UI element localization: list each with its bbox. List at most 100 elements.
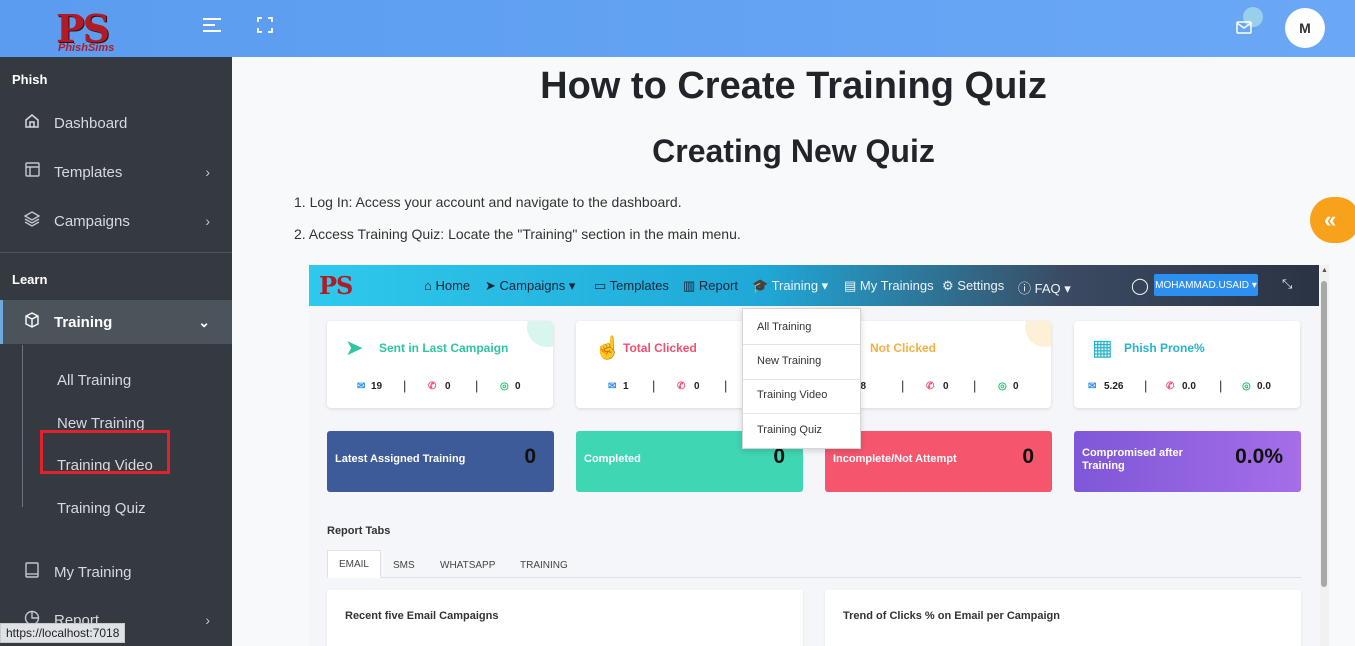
tile-value: 0: [524, 445, 536, 468]
menu-toggle-icon[interactable]: [203, 16, 223, 39]
collapse-panel-button[interactable]: «: [1310, 197, 1355, 243]
dropdown-divider: [743, 379, 860, 380]
book-icon: [22, 561, 42, 583]
separator: |: [475, 378, 479, 393]
envelope-icon: ✉: [608, 381, 617, 392]
whatsapp-icon: ◎: [500, 381, 509, 392]
tile-value: 0.0%: [1235, 445, 1283, 468]
sidebar-subitem-training-quiz[interactable]: Training Quiz: [57, 500, 146, 517]
inner-nav-templates[interactable]: ▭ Templates: [594, 278, 669, 294]
fullscreen-icon[interactable]: [257, 17, 273, 38]
compress-icon[interactable]: ⤡: [1282, 276, 1292, 292]
user-menu-button[interactable]: MOHAMMAD.USAID ▾: [1154, 274, 1258, 296]
sidebar-item-label: Templates: [54, 163, 123, 181]
stat-sms: 0.0: [1182, 381, 1196, 392]
dropdown-item-all-training[interactable]: All Training: [757, 321, 811, 333]
inner-nav-home[interactable]: ⌂ Home: [424, 278, 470, 293]
sms-icon: ✆: [926, 381, 935, 392]
tabs-underline: [327, 577, 1301, 578]
card-title: Total Clicked: [623, 341, 697, 355]
tab-email[interactable]: EMAIL: [327, 550, 381, 578]
sidebar-item-templates[interactable]: Templates ›: [0, 152, 232, 192]
home-icon: [22, 113, 42, 134]
stat-email: 19: [371, 381, 383, 392]
inner-nav-campaigns[interactable]: ➤ Campaigns ▾: [485, 278, 575, 294]
calendar-check-icon: ▦: [1092, 335, 1113, 360]
mail-icon[interactable]: [1236, 18, 1252, 39]
separator: |: [901, 378, 905, 393]
inner-navbar: PS ⌂ Home ➤ Campaigns ▾ ▭ Templates ▥ Re…: [309, 265, 1319, 306]
tile-label: Compromised after Training: [1082, 447, 1183, 472]
sidebar-item-label: My Training: [54, 563, 132, 581]
scrollbar[interactable]: ▲: [1320, 265, 1329, 646]
dropdown-item-training-quiz[interactable]: Training Quiz: [757, 424, 822, 436]
sidebar-item-training[interactable]: Training ⌄: [0, 300, 232, 344]
sidebar-item-my-training[interactable]: My Training: [0, 552, 232, 592]
tile-label: Incomplete/Not Attempt: [833, 453, 957, 465]
sidebar-subitem-all-training[interactable]: All Training: [57, 372, 131, 389]
page-title: How to Create Training Quiz: [540, 65, 1047, 107]
sidebar-item-label: Campaigns: [54, 212, 130, 230]
tab-training[interactable]: TRAINING: [520, 560, 568, 571]
tile-label: Completed: [584, 453, 641, 465]
envelope-icon: ✉: [1088, 381, 1097, 392]
inner-nav-settings[interactable]: ⚙ Settings: [942, 278, 1004, 294]
dropdown-divider: [743, 413, 860, 414]
sidebar-item-label: Training: [54, 313, 113, 331]
card-title: Not Clicked: [870, 341, 937, 355]
stat-sms: 0: [943, 381, 949, 392]
tile-compromised: Compromised after Training 0.0%: [1074, 431, 1301, 492]
scroll-up-arrow-icon[interactable]: ▲: [1321, 267, 1328, 274]
tab-whatsapp[interactable]: WHATSAPP: [440, 560, 495, 571]
scrollbar-thumb[interactable]: [1321, 281, 1327, 587]
highlight-box: [40, 430, 170, 474]
panel-title: Trend of Clicks % on Email per Campaign: [843, 610, 1060, 622]
envelope-icon: ✉: [357, 381, 366, 392]
sidebar-item-campaigns[interactable]: Campaigns ›: [0, 201, 232, 241]
inner-nav-training[interactable]: 🎓 Training ▾: [752, 278, 828, 294]
inner-nav-my-trainings[interactable]: ▤ My Trainings: [844, 278, 934, 294]
card-corner: [1025, 321, 1051, 347]
top-navbar: PS PhishSims M: [0, 0, 1355, 57]
report-tabs-title: Report Tabs: [327, 525, 391, 537]
tab-sms[interactable]: SMS: [393, 560, 415, 571]
card-phish-prone: ▦ Phish Prone% ✉ 5.26 | ✆ 0.0 | ◎ 0.0: [1074, 321, 1300, 408]
inner-nav-faq[interactable]: ⓘ FAQ ▾: [1018, 278, 1071, 297]
submenu-guide-line: [22, 345, 23, 507]
sms-icon: ✆: [677, 381, 686, 392]
app-logo[interactable]: PS PhishSims: [56, 6, 136, 54]
layers-icon: [22, 210, 42, 232]
dropdown-item-training-video[interactable]: Training Video: [757, 389, 827, 401]
step-2: 2. Access Training Quiz: Locate the "Tra…: [294, 226, 741, 242]
dropdown-item-new-training[interactable]: New Training: [757, 355, 821, 367]
dropdown-divider: [743, 344, 860, 345]
status-bar-url: https://localhost:7018: [0, 623, 126, 643]
whatsapp-icon: ◎: [1242, 381, 1251, 392]
chevron-right-icon: ›: [205, 213, 210, 229]
logo-subtext: PhishSims: [58, 42, 115, 54]
panel-title: Recent five Email Campaigns: [345, 610, 499, 622]
separator: |: [724, 378, 728, 393]
stat-whatsapp: 0: [1013, 381, 1019, 392]
sidebar: Phish Dashboard Templates › Campaigns › …: [0, 57, 232, 646]
page-subtitle: Creating New Quiz: [652, 133, 935, 169]
sidebar-item-dashboard[interactable]: Dashboard: [0, 103, 232, 143]
stat-whatsapp: 0.0: [1257, 381, 1271, 392]
avatar[interactable]: M: [1285, 8, 1325, 48]
step-1: 1. Log In: Access your account and navig…: [294, 194, 682, 210]
sidebar-divider: [0, 252, 232, 253]
tile-latest-assigned: Latest Assigned Training 0: [327, 431, 554, 492]
card-title: Sent in Last Campaign: [379, 341, 509, 355]
inner-nav-report[interactable]: ▥ Report: [683, 278, 738, 294]
sms-icon: ✆: [428, 381, 437, 392]
section-title-phish: Phish: [12, 72, 48, 87]
stat-sms: 0: [694, 381, 700, 392]
sidebar-item-label: Dashboard: [54, 114, 128, 132]
separator: |: [1219, 378, 1223, 393]
paper-plane-icon: ➤: [345, 335, 364, 360]
chevron-right-icon: ›: [205, 612, 210, 628]
separator: |: [1144, 378, 1148, 393]
sms-icon: ✆: [1166, 381, 1175, 392]
box-icon: [22, 311, 42, 333]
training-dropdown-menu: All Training New Training Training Video…: [742, 308, 861, 449]
